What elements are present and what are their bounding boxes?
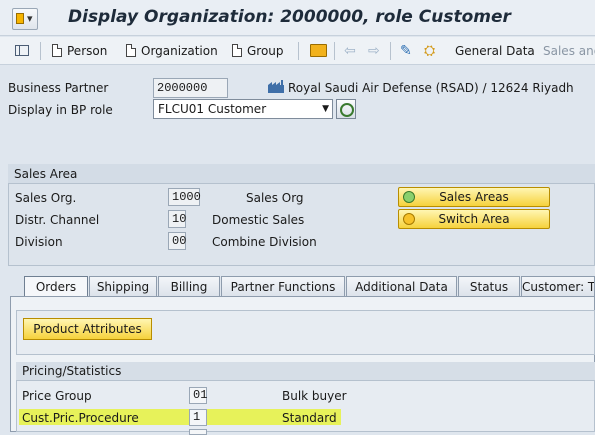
bp-role-value: FLCU01 Customer [158, 102, 267, 116]
price-group-label: Price Group [22, 389, 92, 403]
sales-org-description: Sales Org [246, 191, 304, 205]
toolbar-separator [390, 42, 391, 60]
switch-role-button[interactable] [336, 99, 356, 119]
division-field[interactable]: 00 [168, 232, 186, 250]
document-icon [126, 44, 136, 57]
display-role-label: Display in BP role [8, 103, 113, 117]
layout-toggle-icon[interactable] [15, 45, 29, 56]
sales-areas-label: Sales Areas [439, 190, 509, 204]
tab-billing[interactable]: Billing [158, 276, 220, 297]
where-used-icon[interactable]: ⛭ [424, 43, 435, 59]
edit-toggle-icon[interactable]: ✎ [400, 43, 412, 59]
partner-description: Royal Saudi Air Defense (RSAD) / 12624 R… [288, 81, 574, 95]
organization-label: Organization [141, 44, 218, 58]
tab-shipping[interactable]: Shipping [89, 276, 157, 297]
back-arrow-icon[interactable]: ⇦ [344, 43, 356, 59]
division-label: Division [15, 235, 63, 249]
cust-pric-procedure-label: Cust.Pric.Procedure [22, 411, 139, 425]
document-icon [52, 44, 62, 57]
tab-customer[interactable]: Customer: T [521, 276, 595, 297]
price-group-description: Bulk buyer [282, 389, 347, 403]
pricing-statistics-title: Pricing/Statistics [16, 362, 595, 381]
distr-channel-description: Domestic Sales [212, 213, 305, 227]
group-label: Group [247, 44, 284, 58]
organization-icon [268, 80, 284, 93]
switch-area-label: Switch Area [438, 212, 510, 226]
general-data-button[interactable]: General Data [455, 44, 535, 58]
product-attributes-button[interactable]: Product Attributes [23, 318, 152, 340]
switch-icon [403, 213, 415, 225]
select-icon [403, 191, 415, 203]
person-button[interactable]: Person [52, 44, 107, 58]
switch-area-button[interactable]: Switch Area [398, 209, 550, 229]
sales-areas-button[interactable]: Sales Areas [398, 187, 550, 207]
next-row-field[interactable] [189, 429, 207, 435]
business-partner-label: Business Partner [8, 81, 109, 95]
menu-icon [16, 13, 24, 24]
tab-additional-data[interactable]: Additional Data [346, 276, 457, 297]
toolbar-separator [298, 42, 299, 60]
distr-channel-label: Distr. Channel [15, 213, 100, 227]
toolbar-separator [40, 42, 41, 60]
forward-arrow-icon[interactable]: ⇨ [368, 43, 380, 59]
bp-role-select[interactable]: FLCU01 Customer ▼ [153, 99, 333, 119]
open-folder-icon[interactable] [310, 44, 327, 57]
tab-partner-functions[interactable]: Partner Functions [221, 276, 345, 297]
cust-pric-procedure-description: Standard [282, 411, 337, 425]
document-icon [232, 44, 242, 57]
toolbar-separator [334, 42, 335, 60]
division-description: Combine Division [212, 235, 317, 249]
page-title: Display Organization: 2000000, role Cust… [68, 7, 511, 27]
person-label: Person [67, 44, 108, 58]
chevron-down-icon: ▼ [322, 104, 329, 114]
group-button[interactable]: Group [232, 44, 284, 58]
chevron-down-icon: ▾ [27, 12, 33, 25]
organization-button[interactable]: Organization [126, 44, 218, 58]
tab-status[interactable]: Status [458, 276, 520, 297]
tab-orders[interactable]: Orders [24, 276, 88, 298]
cust-pric-procedure-field[interactable]: 1 [189, 409, 207, 426]
sales-area-title: Sales Area [8, 164, 595, 184]
system-menu-button[interactable]: ▾ [12, 8, 38, 30]
price-group-field[interactable]: 01 [189, 387, 207, 404]
sales-org-field[interactable]: 1000 [168, 188, 201, 206]
sales-and-distribution-button[interactable]: Sales and [543, 44, 595, 58]
business-partner-field[interactable]: 2000000 [153, 78, 228, 98]
distr-channel-field[interactable]: 10 [168, 210, 186, 228]
sales-org-label: Sales Org. [15, 191, 77, 205]
